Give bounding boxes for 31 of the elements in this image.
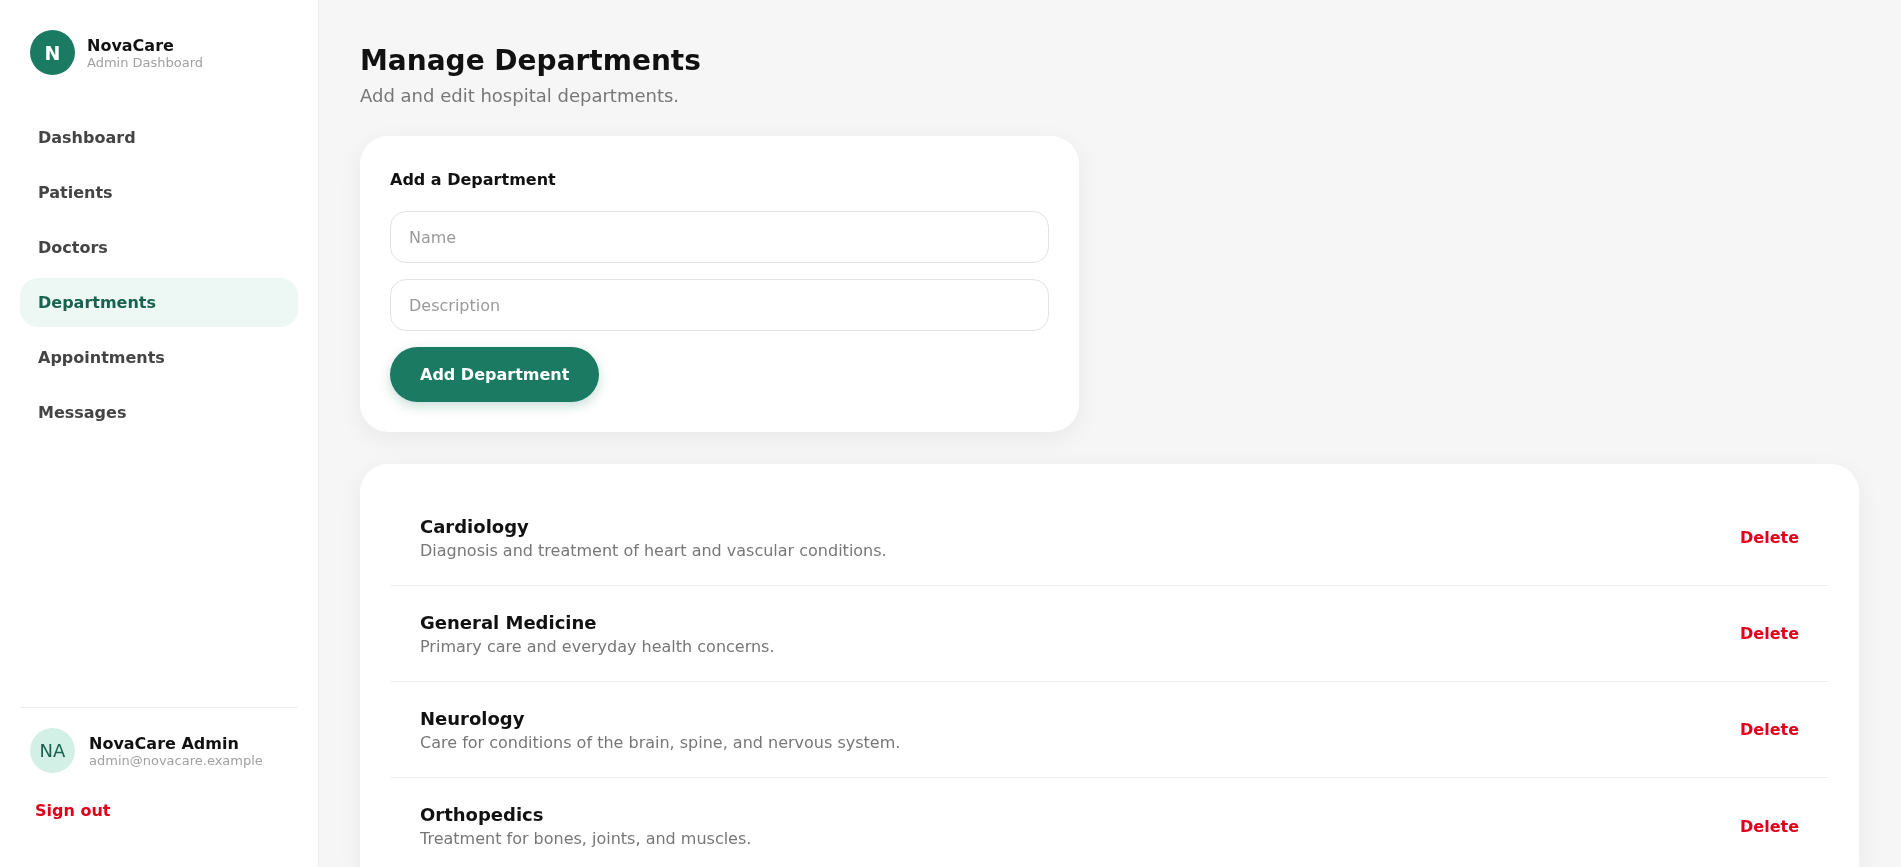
- department-description: Care for conditions of the brain, spine, and nervous system.: [420, 732, 901, 752]
- department-name: General Medicine: [420, 611, 598, 633]
- department-description: Treatment for bones, joints, and muscles.: [420, 829, 752, 848]
- user-name: NovaCare Admin: [89, 733, 240, 753]
- nav-item[interactable]: Appointments: [20, 333, 298, 382]
- delete-button[interactable]: Delete: [1740, 716, 1799, 743]
- form-title: Add a Department: [390, 170, 557, 189]
- sign-out-link[interactable]: Sign out: [35, 801, 111, 820]
- department-description: Primary care and everyday health concerns.: [420, 636, 775, 656]
- department-name: Orthopedics: [420, 804, 545, 825]
- nav-item[interactable]: Patients: [20, 168, 298, 217]
- department-name: Neurology: [420, 707, 526, 729]
- nav-item[interactable]: Dashboard: [20, 113, 298, 162]
- logo-avatar: N: [30, 30, 75, 75]
- add-department-button[interactable]: Add Department: [390, 347, 600, 402]
- page-subtitle: Add and edit hospital departments.: [360, 85, 681, 106]
- user-email: admin@novacare.example: [89, 752, 263, 768]
- nav-item[interactable]: Departments: [20, 278, 298, 327]
- page-title: Manage Departments: [360, 44, 702, 77]
- department-name: Cardiology: [420, 515, 530, 537]
- nav-item[interactable]: Doctors: [20, 223, 298, 272]
- brand-subtitle: Admin Dashboard: [87, 54, 204, 70]
- department-description: Diagnosis and treatment of heart and vascular conditions.: [420, 540, 887, 560]
- input-field[interactable]: Description: [390, 279, 1049, 331]
- user-avatar: NA: [30, 728, 75, 773]
- input-field[interactable]: Name: [390, 211, 1049, 263]
- nav-item[interactable]: Messages: [20, 388, 298, 437]
- delete-button[interactable]: Delete: [1740, 620, 1799, 647]
- brand-name: NovaCare: [87, 35, 175, 55]
- delete-button[interactable]: Delete: [1740, 812, 1799, 840]
- delete-button[interactable]: Delete: [1740, 524, 1799, 551]
